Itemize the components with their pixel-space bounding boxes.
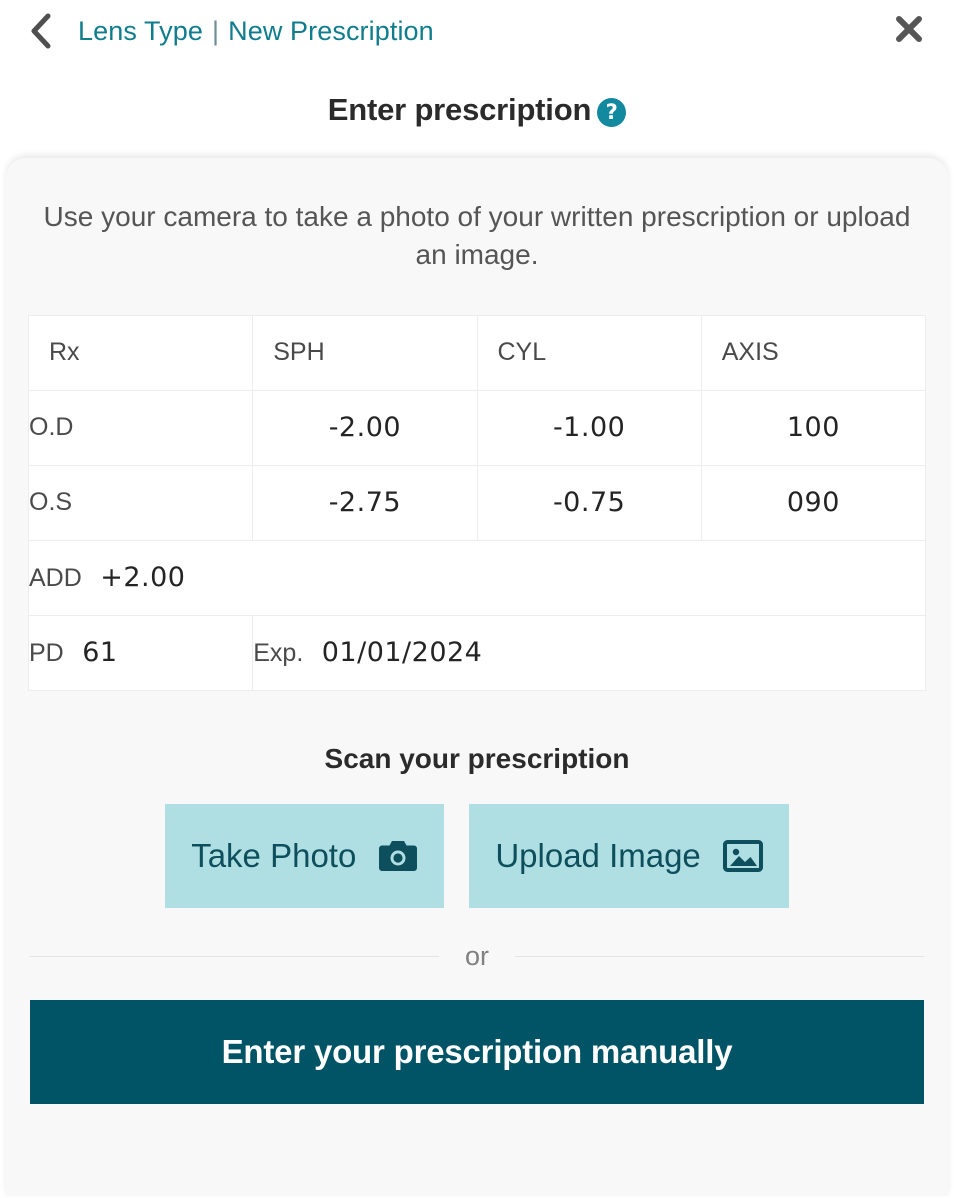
help-question-icon[interactable]: ? [597,97,627,127]
row-label-od: O.D [27,389,254,466]
upload-image-button[interactable]: Upload Image [469,803,789,908]
prescription-table: Rx SPH CYL AXIS O.D -2.00 -1.00 100 O.S … [27,314,927,691]
exp-label: Exp. [253,639,304,668]
divider-label: or [465,940,490,971]
or-divider: or [30,940,925,972]
enter-prescription-manually-label: Enter your prescription manually [221,1032,733,1070]
intro-text: Use your camera to take a photo of your … [43,201,911,270]
top-navigation-bar: Lens Type | New Prescription [0,0,954,62]
table-row: O.D -2.00 -1.00 100 [27,389,927,466]
add-label: ADD [29,564,82,593]
exp-value: 01/01/2024 [321,637,483,669]
close-button[interactable] [890,12,928,50]
camera-icon [378,839,418,873]
cell-od-sph: -2.00 [252,389,478,466]
divider-line-right [515,955,925,957]
image-icon [722,839,763,873]
back-button[interactable] [24,11,58,51]
table-row-pd-exp: PD 61 Exp. 01/01/2024 [27,614,926,691]
upload-image-label: Upload Image [495,836,701,874]
breadcrumb-item-new-prescription[interactable]: New Prescription [228,16,434,47]
table-row-add: ADD +2.00 [28,539,926,616]
table-row: O.S -2.75 -0.75 090 [27,464,927,541]
take-photo-label: Take Photo [191,836,357,874]
cell-os-sph: -2.75 [252,464,478,541]
enter-prescription-manually-button[interactable]: Enter your prescription manually [30,999,924,1104]
pd-cell: PD 61 [27,614,254,691]
cell-od-axis: 100 [700,389,927,466]
take-photo-button[interactable]: Take Photo [165,803,445,908]
pd-value: 61 [82,637,118,669]
page-title: Enter prescription [327,92,592,127]
add-value: +2.00 [100,562,186,594]
scan-buttons-group: Take Photo Upload Image [6,803,948,908]
breadcrumb-item-lens-type[interactable]: Lens Type [78,16,203,47]
column-header-sph: SPH [252,314,478,391]
exp-cell: Exp. 01/01/2024 [252,614,926,691]
pd-label: PD [29,639,64,668]
cell-os-axis: 090 [700,464,927,541]
table-header-row: Rx SPH CYL AXIS [27,314,927,391]
column-header-rx: Rx [27,314,254,391]
prescription-card: Use your camera to take a photo of your … [6,158,948,1196]
cell-od-cyl: -1.00 [476,389,702,466]
close-icon [893,13,925,50]
cell-os-cyl: -0.75 [476,464,702,541]
divider-line-left [30,955,439,957]
scan-section-heading: Scan your prescription [324,742,630,774]
breadcrumb-separator: | [212,15,220,46]
add-cell: ADD +2.00 [28,539,926,616]
page-title-section: Enter prescription ? [0,62,954,158]
column-header-cyl: CYL [476,314,702,391]
breadcrumb: Lens Type | New Prescription [78,16,434,47]
column-header-axis: AXIS [700,314,927,391]
row-label-os: O.S [27,464,254,541]
chevron-left-icon [29,12,53,50]
